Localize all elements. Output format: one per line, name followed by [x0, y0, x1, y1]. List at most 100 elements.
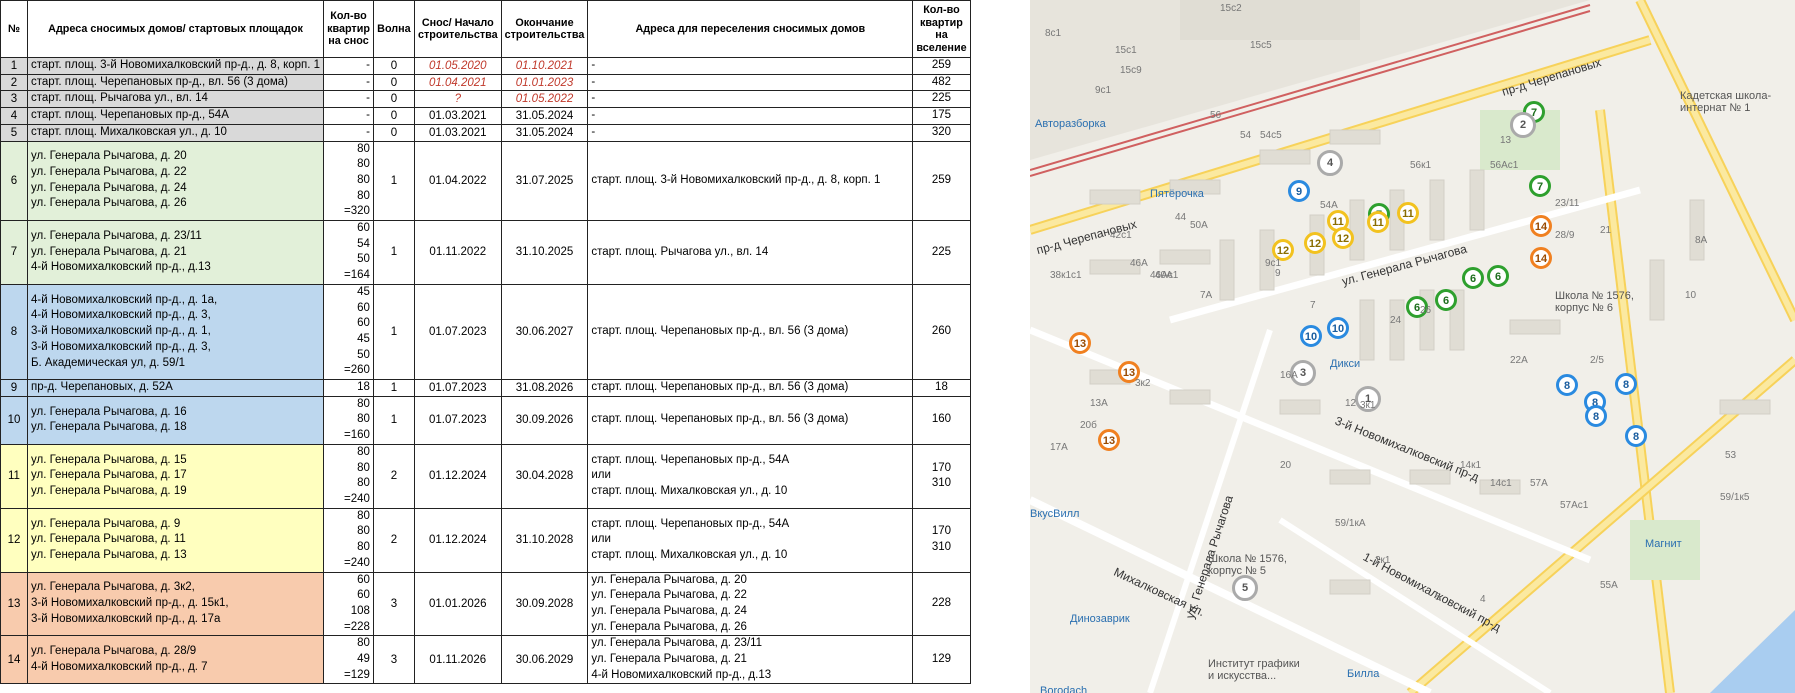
map-pin-yellow[interactable]: 11	[1367, 211, 1389, 233]
cell-qty-move-in[interactable]: 320	[912, 123, 971, 142]
map-poi-label[interactable]: Дикси	[1330, 358, 1360, 370]
cell-end[interactable]: 30.04.2028	[500, 443, 589, 509]
table-row[interactable]: 5 старт. площ. Михалковская ул., д. 10-0 0…	[0, 123, 971, 142]
cell-qty-move-in[interactable]: 228	[912, 571, 971, 637]
map-pin-green[interactable]: 6	[1462, 267, 1484, 289]
map-pin-gray[interactable]: 4	[1317, 150, 1343, 176]
cell-num[interactable]: 14	[0, 635, 28, 685]
cell-qty-move-in[interactable]: 175	[912, 107, 971, 125]
cell-start[interactable]: 01.12.2024	[413, 443, 502, 509]
map-pin-blue[interactable]: 10	[1327, 317, 1349, 339]
map-poi-label[interactable]: Магнит	[1645, 538, 1682, 550]
map-pin-orange[interactable]: 14	[1530, 215, 1552, 237]
cell-num[interactable]: 4	[0, 107, 28, 125]
cell-wave[interactable]: 3	[372, 635, 415, 685]
cell-start[interactable]: 01.01.2026	[413, 571, 502, 637]
map-pin-gray[interactable]: 2	[1510, 112, 1536, 138]
map-pin-green[interactable]: 7	[1529, 175, 1551, 197]
cell-qty-demolish[interactable]: 60 60 108 =228	[323, 571, 374, 637]
cell-qty-move-in[interactable]: 170 310	[912, 507, 971, 573]
cell-num[interactable]: 5	[0, 123, 28, 142]
cell-relocation[interactable]: ул. Генерала Рычагова, д. 20 ул. Генерала…	[587, 571, 914, 637]
cell-qty-demolish[interactable]: 80 80 80 80 =320	[323, 140, 374, 222]
map-poi-label[interactable]: Динозаврик	[1070, 613, 1130, 625]
cell-num[interactable]: 8	[0, 283, 28, 381]
cell-qty-move-in[interactable]: 225	[912, 90, 971, 109]
cell-qty-move-in[interactable]: 260	[912, 283, 971, 381]
cell-wave[interactable]: 0	[372, 57, 415, 75]
cell-qty-demolish[interactable]: -	[323, 73, 374, 92]
cell-wave[interactable]: 0	[372, 73, 415, 92]
cell-address[interactable]: старт. площ. Черепановых пр-д., вл. 56 (…	[26, 73, 325, 92]
cell-relocation[interactable]: -	[587, 107, 914, 125]
map-pin-green[interactable]: 6	[1487, 265, 1509, 287]
cell-end[interactable]: 30.09.2026	[500, 395, 589, 445]
cell-start[interactable]: 01.04.2021	[413, 73, 502, 92]
cell-address[interactable]: ул. Генерала Рычагова, д. 16 ул. Генерала…	[26, 395, 325, 445]
cell-wave[interactable]: 1	[372, 220, 415, 285]
cell-num[interactable]: 9	[0, 379, 28, 397]
cell-num[interactable]: 2	[0, 73, 28, 92]
cell-end[interactable]: 01.10.2021	[500, 57, 589, 75]
map-panel[interactable]: пр-д Черепановых пр-д Черепановых ул. Гене…	[1030, 0, 1795, 693]
cell-start[interactable]: 01.11.2022	[413, 220, 502, 285]
cell-qty-demolish[interactable]: 80 80 =160	[323, 395, 374, 445]
cell-qty-move-in[interactable]: 18	[912, 379, 971, 397]
map-poi-label[interactable]: Школа № 1576, корпус № 6	[1555, 290, 1650, 314]
cell-num[interactable]: 12	[0, 507, 28, 573]
cell-qty-demolish[interactable]: 80 80 80 =240	[323, 507, 374, 573]
cell-wave[interactable]: 1	[372, 379, 415, 397]
map-poi-label[interactable]: Авторазборка	[1035, 118, 1106, 130]
cell-qty-move-in[interactable]: 225	[912, 220, 971, 285]
cell-start[interactable]: 01.04.2022	[413, 140, 502, 222]
map-pin-blue[interactable]: 8	[1585, 405, 1607, 427]
cell-wave[interactable]: 2	[372, 443, 415, 509]
cell-qty-move-in[interactable]: 129	[912, 635, 971, 685]
cell-start[interactable]: 01.05.2020	[413, 57, 502, 75]
cell-end[interactable]: 30.09.2028	[500, 571, 589, 637]
table-row[interactable]: 13 ул. Генерала Рычагова, д. 3к2, 3-й Ново…	[0, 571, 971, 637]
cell-address[interactable]: старт. площ. 3-й Новомихалковский пр-д.,…	[26, 57, 325, 75]
map-pin-yellow[interactable]: 12	[1304, 232, 1326, 254]
cell-end[interactable]: 01.01.2023	[500, 73, 589, 92]
cell-num[interactable]: 1	[0, 57, 28, 75]
cell-qty-move-in[interactable]: 259	[912, 57, 971, 75]
table-row[interactable]: 11 ул. Генерала Рычагова, д. 15 ул. Генера…	[0, 443, 971, 509]
cell-address[interactable]: ул. Генерала Рычагова, д. 15 ул. Генерала…	[26, 443, 325, 509]
cell-qty-move-in[interactable]: 160	[912, 395, 971, 445]
cell-num[interactable]: 10	[0, 395, 28, 445]
cell-address[interactable]: старт. площ. Черепановых пр-д., 54А	[26, 107, 325, 125]
cell-num[interactable]: 7	[0, 220, 28, 285]
cell-end[interactable]: 31.10.2025	[500, 220, 589, 285]
cell-wave[interactable]: 1	[372, 283, 415, 381]
cell-qty-demolish[interactable]: 80 80 80 =240	[323, 443, 374, 509]
cell-qty-move-in[interactable]: 170 310	[912, 443, 971, 509]
cell-relocation[interactable]: старт. площ. Рычагова ул., вл. 14	[587, 220, 914, 285]
cell-relocation[interactable]: старт. площ. Черепановых пр-д., 54А или ст…	[587, 443, 914, 509]
cell-qty-demolish[interactable]: -	[323, 107, 374, 125]
cell-address[interactable]: ул. Генерала Рычагова, д. 20 ул. Генерала…	[26, 140, 325, 222]
cell-qty-demolish[interactable]: -	[323, 57, 374, 75]
cell-address[interactable]: ул. Генерала Рычагова, д. 28/9 4-й Новоми…	[26, 635, 325, 685]
cell-qty-demolish[interactable]: -	[323, 123, 374, 142]
table-row[interactable]: 10 ул. Генерала Рычагова, д. 16 ул. Генера…	[0, 395, 971, 445]
cell-num[interactable]: 3	[0, 90, 28, 109]
map-pin-blue[interactable]: 9	[1288, 180, 1310, 202]
cell-address[interactable]: старт. площ. Рычагова ул., вл. 14	[26, 90, 325, 109]
map-poi-label[interactable]: Институт графики и искусства...	[1208, 658, 1303, 682]
map-pin-orange[interactable]: 13	[1069, 332, 1091, 354]
map-pin-gray[interactable]: 5	[1232, 575, 1258, 601]
map-pin-yellow[interactable]: 12	[1332, 227, 1354, 249]
cell-qty-demolish[interactable]: 18	[323, 379, 374, 397]
cell-relocation[interactable]: ул. Генерала Рычагова, д. 23/11 ул. Генер…	[587, 635, 914, 685]
table-row[interactable]: 2 старт. площ. Черепановых пр-д., вл. 56 …	[0, 73, 971, 92]
cell-wave[interactable]: 1	[372, 395, 415, 445]
map-poi-label[interactable]: Кадетская школа-интернат № 1	[1680, 90, 1775, 114]
cell-end[interactable]: 30.06.2029	[500, 635, 589, 685]
table-row[interactable]: 14 ул. Генерала Рычагова, д. 28/9 4-й Ново…	[0, 635, 971, 685]
cell-relocation[interactable]: старт. площ. Черепановых пр-д., вл. 56 (…	[587, 379, 914, 397]
cell-qty-move-in[interactable]: 259	[912, 140, 971, 222]
cell-relocation[interactable]: -	[587, 73, 914, 92]
table-row[interactable]: 4 старт. площ. Черепановых пр-д., 54А -0 01…	[0, 107, 971, 125]
cell-relocation[interactable]: старт. площ. 3-й Новомихалковский пр-д.,…	[587, 140, 914, 222]
